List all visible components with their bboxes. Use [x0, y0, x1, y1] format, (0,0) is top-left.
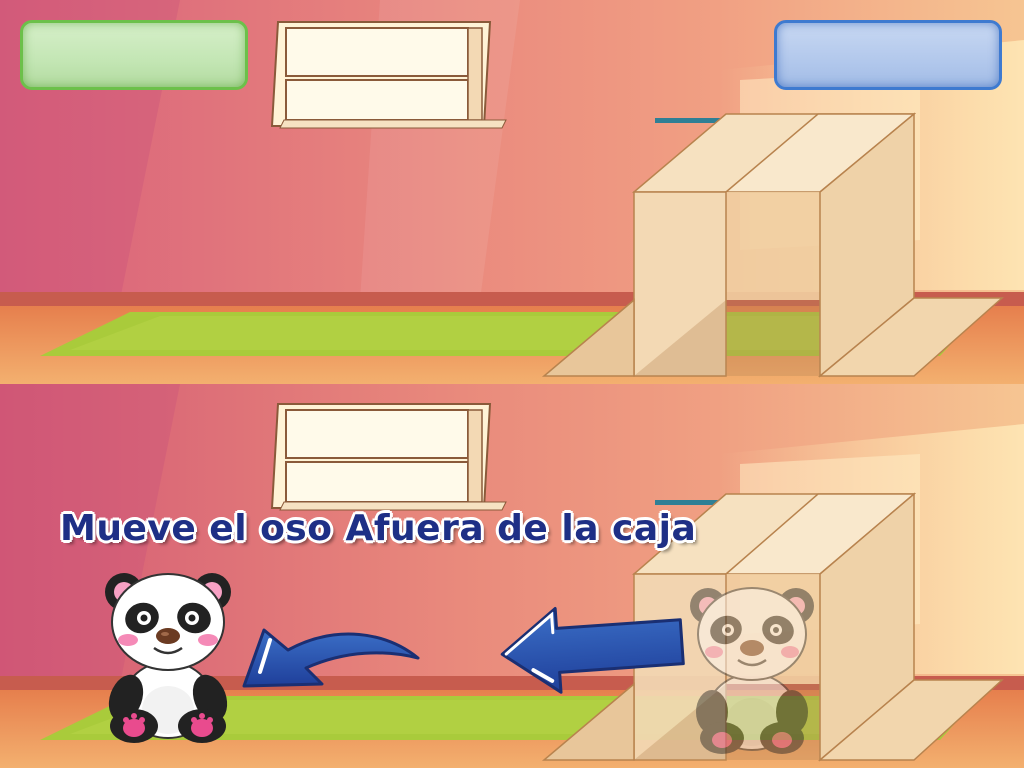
curved-arrow-left-icon [242, 628, 420, 688]
window [270, 21, 507, 129]
arrow-left-icon [500, 606, 685, 694]
instruction-text: Mueve el oso Afuera de la caja [60, 508, 697, 549]
scene-example-panel [0, 0, 1024, 384]
score-box-right [774, 20, 1002, 90]
panda-target-icon [690, 587, 814, 754]
panda-icon[interactable] [96, 560, 240, 744]
score-box-left [20, 20, 248, 90]
window [270, 403, 507, 511]
